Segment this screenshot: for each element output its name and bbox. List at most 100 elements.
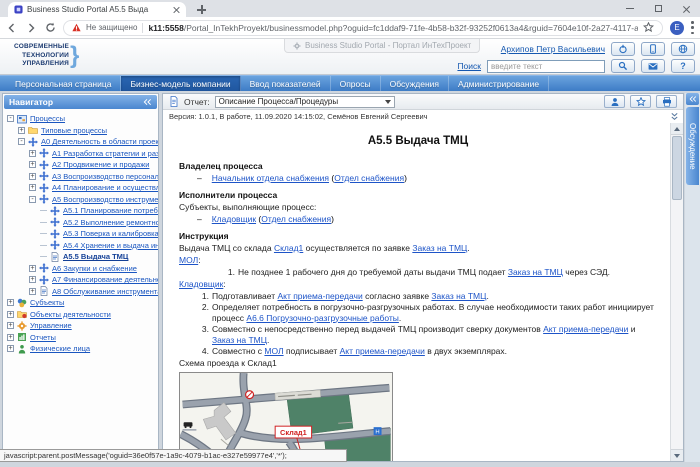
collapse-toggle-icon[interactable]: - <box>7 115 14 122</box>
doc-link[interactable]: Заказ на ТМЦ <box>508 267 563 277</box>
side-collapse-button[interactable] <box>686 93 699 105</box>
expand-toggle-icon[interactable]: + <box>29 184 36 191</box>
collapse-panel-icon[interactable] <box>143 98 152 106</box>
scroll-to-bottom-icon[interactable] <box>670 112 679 122</box>
expand-toggle-icon[interactable]: + <box>7 322 14 329</box>
responsible-button[interactable] <box>604 95 625 108</box>
language-button[interactable] <box>671 42 695 56</box>
forward-button[interactable] <box>25 22 37 34</box>
expand-toggle-icon[interactable]: + <box>29 276 36 283</box>
doc-link[interactable]: Заказ на ТМЦ <box>431 291 486 301</box>
close-button[interactable] <box>672 0 700 17</box>
expand-toggle-icon[interactable]: + <box>18 127 25 134</box>
expand-toggle-icon[interactable]: + <box>29 150 36 157</box>
nav-tab-2[interactable]: Ввод показателей <box>241 76 331 91</box>
nav-tab-4[interactable]: Обсуждения <box>381 76 449 91</box>
search-button[interactable] <box>611 59 635 73</box>
tree-item-label[interactable]: А8 Обслуживание инструмента <box>52 287 158 296</box>
doc-link[interactable]: Отдел снабжения <box>334 173 404 183</box>
report-select[interactable]: Описание Процесса/Процедуры <box>215 96 395 108</box>
tree-item-label[interactable]: А1 Разработка стратегии и развитие бизне… <box>52 149 158 158</box>
browser-tab[interactable]: Business Studio Portal A5.5 Выда <box>8 2 186 17</box>
doc-text: : <box>223 279 225 289</box>
nav-tab-3[interactable]: Опросы <box>331 76 381 91</box>
doc-link[interactable]: Кладовщик <box>179 279 223 289</box>
doc-link[interactable]: Акт приема-передачи <box>277 291 362 301</box>
tree-item-label[interactable]: А5.2 Выполнение ремонтно-восстановительн <box>63 218 158 227</box>
back-button[interactable] <box>6 22 18 34</box>
collapse-toggle-icon[interactable]: - <box>18 138 25 145</box>
doc-link[interactable]: Акт приема-передачи <box>340 346 425 356</box>
maximize-button[interactable] <box>644 0 672 17</box>
logout-button[interactable] <box>611 42 635 56</box>
doc-text: . <box>267 335 269 345</box>
expand-toggle-icon[interactable]: + <box>29 288 36 295</box>
doc-link[interactable]: А6.6 Погрузочно-разгрузочные работы <box>246 313 398 323</box>
tree-item-label[interactable]: Типовые процессы <box>41 126 107 135</box>
user-profile-link[interactable]: Архипов Петр Васильевич <box>501 44 605 54</box>
tree-item-label[interactable]: А2 Продвижение и продажи <box>52 160 149 169</box>
tree-item-label[interactable]: Управление <box>30 321 72 330</box>
content-scrollbar[interactable] <box>670 123 683 461</box>
help-button[interactable]: ? <box>671 59 695 73</box>
tree-item-label[interactable]: А7 Финансирование деятельности и расчеты <box>52 275 158 284</box>
refresh-button[interactable] <box>44 22 56 34</box>
search-link[interactable]: Поиск <box>457 61 481 71</box>
doc-link[interactable]: Акт приема-передачи <box>543 324 628 334</box>
expand-toggle-icon[interactable]: + <box>7 311 14 318</box>
tree-item-label[interactable]: А5.4 Хранение и выдача инструмента <box>63 241 158 250</box>
expand-toggle-icon[interactable]: + <box>7 334 14 341</box>
doc-link[interactable]: Начальник отдела снабжения <box>212 173 329 183</box>
print-button[interactable] <box>656 95 677 108</box>
minimize-button[interactable] <box>616 0 644 17</box>
expand-toggle-icon[interactable]: + <box>7 345 14 352</box>
browser-menu-button[interactable] <box>691 21 694 34</box>
doc-link[interactable]: Заказ на ТМЦ <box>412 243 467 253</box>
nav-tab-1[interactable]: Бизнес-модель компании <box>121 76 240 91</box>
navigator-tree: - Процессы + Типовые процессы - А0 Деятельнос… <box>3 110 158 355</box>
doc-link[interactable]: Склад1 <box>274 243 303 253</box>
tree-item-label[interactable]: А3 Воспроизводство персонала <box>52 172 158 181</box>
bookmark-star-icon[interactable] <box>643 22 654 33</box>
new-tab-button[interactable] <box>196 4 207 15</box>
mail-button[interactable] <box>641 59 665 73</box>
scrollbar-thumb[interactable] <box>672 136 682 200</box>
tree-item-label[interactable]: А4 Планирование и осуществление проектны… <box>52 183 158 192</box>
tree-item-label[interactable]: А5 Воспроизводство инструмента <box>52 195 158 204</box>
tree-item-label[interactable]: Физические лица <box>30 344 90 353</box>
tree-item-label[interactable]: А5.1 Планирование потребности в покупке … <box>63 206 158 215</box>
tree-item-label[interactable]: Субъекты <box>30 298 64 307</box>
document-icon <box>169 96 179 107</box>
tree-item-label[interactable]: А6 Закупки и снабжение <box>52 264 137 273</box>
doc-link[interactable]: Заказ на ТМЦ <box>212 335 267 345</box>
tree-item-label[interactable]: А5.5 Выдача ТМЦ <box>63 252 128 261</box>
discussion-tab[interactable]: Обсуждение <box>686 107 699 185</box>
tree-item-label[interactable]: Отчеты <box>30 333 56 342</box>
nav-tab-5[interactable]: Администрирование <box>449 76 549 91</box>
collapse-toggle-icon[interactable]: - <box>29 196 36 203</box>
scrollbar-up-button[interactable] <box>671 123 683 135</box>
expand-toggle-icon[interactable]: + <box>29 161 36 168</box>
tree-item: А5.2 Выполнение ремонтно-восстановительн <box>5 217 158 229</box>
doc-link[interactable]: МОЛ <box>264 346 283 356</box>
tree-item-label[interactable]: А5.3 Поверка и калибровка инструмента <box>63 229 158 238</box>
tab-close-icon[interactable] <box>172 6 180 14</box>
favorite-button[interactable] <box>630 95 651 108</box>
browser-avatar[interactable]: E <box>670 21 684 35</box>
tree-item-label[interactable]: Объекты деятельности <box>30 310 111 319</box>
doc-link[interactable]: МОЛ <box>179 255 198 265</box>
nav-tab-0[interactable]: Персональная страница <box>6 76 121 91</box>
expand-toggle-icon[interactable]: + <box>7 299 14 306</box>
process-icon <box>39 160 49 170</box>
list-item-text: Подготавливает Акт приема-передачи согла… <box>212 291 489 302</box>
tree-item-label[interactable]: А0 Деятельность в области проектирования… <box>41 137 158 146</box>
expand-toggle-icon[interactable]: + <box>29 265 36 272</box>
url-input[interactable]: Не защищено k11:5558/Portal_InTekhProyek… <box>63 20 663 36</box>
search-input[interactable] <box>487 60 605 73</box>
doc-link[interactable]: Отдел снабжения <box>261 214 331 224</box>
scrollbar-down-button[interactable] <box>671 449 683 461</box>
doc-link[interactable]: Кладовщик <box>212 214 256 224</box>
expand-toggle-icon[interactable]: + <box>29 173 36 180</box>
mobile-version-button[interactable] <box>641 42 665 56</box>
tree-item-label[interactable]: Процессы <box>30 114 65 123</box>
